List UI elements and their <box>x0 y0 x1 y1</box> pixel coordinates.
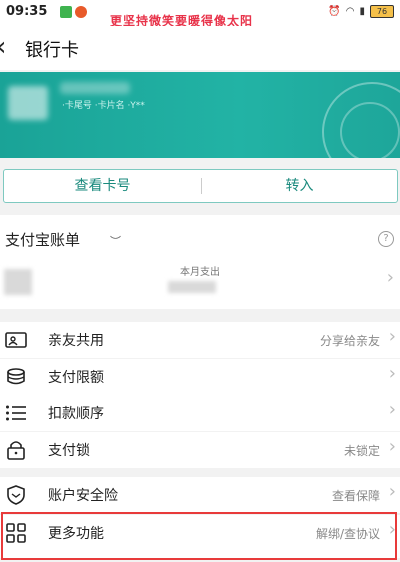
month-expense-label: 本月支出 <box>180 267 220 278</box>
transfer-in-button[interactable]: 转入 <box>202 170 397 202</box>
highlight-box <box>1 512 397 560</box>
signal-icon: ▮ <box>359 6 365 17</box>
status-right: ⏰ ◠ ▮ 76 <box>328 5 394 18</box>
header: ‹ 银行卡 <box>0 26 400 70</box>
menu-item-label: 扣款顺序 <box>48 406 104 422</box>
chevron-right-icon: › <box>388 399 396 420</box>
chevron-right-icon: › <box>388 436 396 457</box>
menu-item-label: 支付锁 <box>48 443 90 459</box>
chevron-right-icon: › <box>388 481 396 502</box>
battery-icon: 76 <box>370 5 394 18</box>
card-actions: 查看卡号 转入 <box>3 169 398 203</box>
menu-item-label: 亲友共用 <box>48 333 104 349</box>
bank-card[interactable]: ·卡尾号 ·卡片名 ·Y** <box>0 72 400 158</box>
menu-item-value: 查看保障 <box>331 489 380 503</box>
list-order-icon <box>6 405 26 421</box>
card-info: ·卡尾号 ·卡片名 ·Y** <box>62 101 145 111</box>
bank-watermark-icon <box>340 102 400 158</box>
chevron-left-icon: ‹ <box>0 32 6 62</box>
notification-icons <box>60 6 87 18</box>
status-bar: 09:35 更坚持微笑要暖得像太阳 ⏰ ◠ ▮ 76 <box>0 0 400 28</box>
card-name-redacted <box>60 82 130 94</box>
back-button[interactable]: ‹ <box>0 32 6 62</box>
alarm-icon: ⏰ <box>328 6 341 17</box>
page-title: 银行卡 <box>25 40 79 61</box>
app-notification-icon <box>60 6 72 18</box>
menu-item-account-insurance[interactable]: 账户安全险 查看保障 › <box>0 477 400 513</box>
wifi-icon: ◠ <box>345 6 355 17</box>
amount-redacted <box>168 281 216 293</box>
family-card-icon <box>5 332 27 348</box>
app-notification-icon <box>75 6 87 18</box>
menu-item-payment-limit[interactable]: 支付限额 › <box>0 359 400 395</box>
menu-item-label: 支付限额 <box>48 370 104 386</box>
amount-redacted <box>4 269 32 295</box>
help-icon[interactable]: ? <box>378 231 394 247</box>
chevron-right-icon: › <box>388 363 396 384</box>
chevron-right-icon: › <box>388 326 396 347</box>
alipay-bill-section[interactable]: 支付宝账单 ︶ ? 本月支出 › <box>0 215 400 309</box>
status-time: 09:35 <box>6 4 48 19</box>
lock-icon <box>7 441 25 460</box>
bill-title: 支付宝账单 <box>5 231 81 249</box>
eye-closed-icon[interactable]: ︶ <box>110 233 121 249</box>
menu-item-family-share[interactable]: 亲友共用 分享给亲友 › <box>0 322 400 358</box>
menu-item-value: 未锁定 <box>343 444 380 458</box>
bank-logo-redacted <box>8 86 48 120</box>
menu-item-deduction-order[interactable]: 扣款顺序 › <box>0 395 400 431</box>
coin-stack-icon <box>7 368 25 385</box>
menu-item-value: 分享给亲友 <box>319 334 380 348</box>
menu-item-label: 账户安全险 <box>48 488 118 504</box>
view-card-number-button[interactable]: 查看卡号 <box>4 170 201 202</box>
chevron-right-icon: › <box>386 267 394 288</box>
menu-item-payment-lock[interactable]: 支付锁 未锁定 › <box>0 432 400 468</box>
shield-icon <box>7 485 25 505</box>
